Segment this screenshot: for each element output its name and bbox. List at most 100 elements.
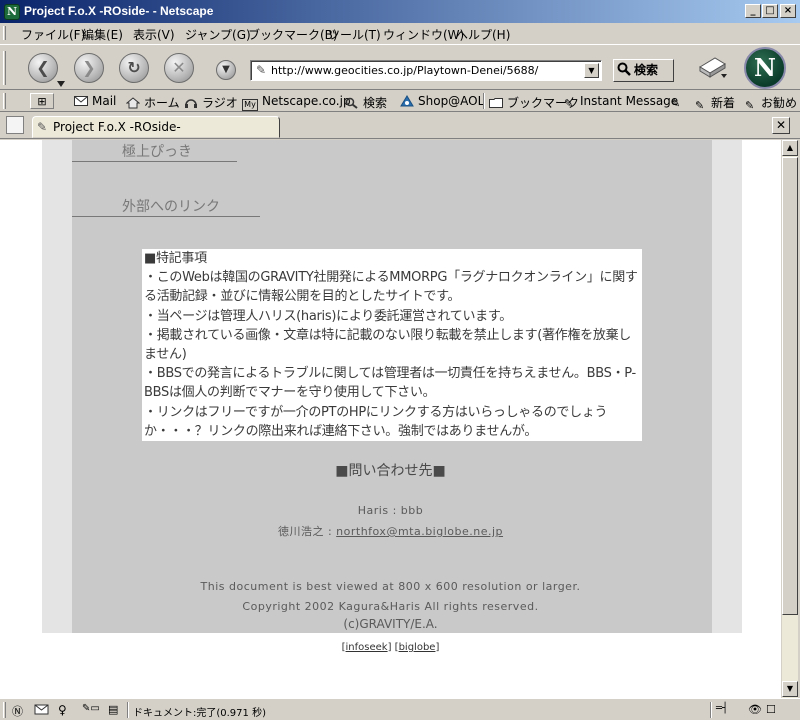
address-book-icon[interactable]: ▤	[108, 703, 123, 716]
menu-edit[interactable]: 編集(E)	[82, 26, 123, 43]
contact-tokugawa-label: 徳川浩之 :	[277, 525, 337, 538]
search-icon	[345, 97, 358, 109]
close-tab-icon: ✕	[775, 118, 787, 132]
stop-button[interactable]: ✕	[164, 53, 194, 83]
toolbar-netscape-cojp[interactable]: My Netscape.co.jp	[242, 94, 351, 111]
window-title: Project F.o.X -ROside- - Netscape	[24, 4, 214, 18]
netscape-logo: N	[754, 53, 776, 82]
notice-item: ・リンクはフリーですが一介のPTのHPにリンクする方はいらっしゃるのでしょうか・…	[144, 404, 608, 439]
back-dropdown-icon[interactable]	[57, 81, 65, 87]
contact-email-link[interactable]: northfox@mta.biglobe.ne.jp	[336, 525, 503, 538]
netscape-icon[interactable]: N	[4, 4, 20, 20]
tab-project-fox[interactable]: ✎ Project F.o.X -ROside-	[32, 116, 280, 138]
mail-icon[interactable]	[34, 703, 49, 716]
composer-icon[interactable]: ✎▭	[82, 703, 104, 716]
scroll-down-button[interactable]: ▼	[782, 681, 798, 697]
footer-link-biglobe[interactable]: biglobe	[399, 642, 436, 653]
contact-heading: ■問い合わせ先■	[335, 463, 446, 479]
security-icon[interactable]: 👁	[748, 703, 763, 716]
aim-icon[interactable]: ♀	[58, 703, 73, 717]
gravity-credit: (c)GRAVITY/E.A.	[343, 617, 438, 631]
url-input[interactable]	[271, 63, 581, 78]
menu-bookmarks[interactable]: ブックマーク(B)	[248, 26, 338, 43]
toolbar-separator	[483, 93, 485, 109]
forward-button[interactable]: ❯	[74, 53, 104, 83]
menu-view[interactable]: 表示(V)	[133, 26, 175, 43]
new-tab-icon[interactable]	[6, 116, 24, 134]
notice-heading: ■特記事項	[144, 251, 207, 266]
toolbar-grip[interactable]	[3, 51, 6, 85]
search-button-label: 検索	[634, 63, 659, 77]
copyright: Copyright 2002 Kagura&Haris All rights r…	[242, 600, 539, 613]
toolbar-link[interactable]: ✎	[671, 94, 687, 110]
link-icon: ✎	[671, 97, 681, 110]
online-status-icon[interactable]: ═┤	[716, 703, 738, 716]
toolbar-grip[interactable]	[3, 93, 6, 109]
toolbar-shop-aol-label: Shop@AOL	[418, 94, 485, 108]
radio-icon	[185, 99, 197, 108]
toolbar-netscape-cojp-label: Netscape.co.jp	[262, 94, 351, 108]
minimize-button[interactable]: _	[745, 4, 761, 18]
notice-box: ■特記事項 ・このWebは韓国のGRAVITY社開発によるMMORPG「ラグナロ…	[142, 249, 642, 441]
navigation-toolbar: ❮ ❯ ↻ ✕ ▼ ✎ ▼ 検索 N	[0, 44, 800, 90]
toolbar-home[interactable]: ホーム	[126, 94, 180, 111]
bookmark-folder-icon	[489, 98, 503, 108]
toolbar-mail[interactable]: Mail	[74, 94, 116, 108]
maximize-button[interactable]: □	[762, 4, 778, 18]
toolbar-radio[interactable]: ラジオ	[184, 94, 238, 111]
toolbar-shop-aol[interactable]: Shop@AOL	[400, 94, 484, 108]
toolbar-radio-label: ラジオ	[202, 96, 238, 110]
url-bar[interactable]: ✎ ▼	[250, 60, 602, 81]
title-bar[interactable]: N Project F.o.X -ROside- - Netscape _ □ …	[0, 0, 800, 23]
status-separator	[127, 702, 129, 718]
menu-tools[interactable]: ツール(T)	[328, 26, 381, 43]
menu-file[interactable]: ファイル(F)	[21, 26, 85, 43]
close-tab-button[interactable]: ✕	[772, 117, 790, 134]
history-dropdown-button[interactable]: ▼	[216, 60, 236, 80]
menu-bar: ファイル(F) 編集(E) 表示(V) ジャンプ(G) ブックマーク(B) ツー…	[0, 23, 800, 43]
menu-go[interactable]: ジャンプ(G)	[185, 26, 251, 43]
toolbar-recommend[interactable]: ✎ お勧め	[745, 94, 797, 112]
url-dropdown-button[interactable]: ▼	[584, 63, 599, 78]
back-button[interactable]: ❮	[28, 53, 58, 83]
close-button[interactable]: ×	[780, 4, 796, 18]
toolbar-grip[interactable]	[3, 702, 6, 718]
notice-item: ・BBSでの発言によるトラブルに関しては管理者は一切責任を持ちえません。BBS・…	[144, 366, 636, 401]
page-icon: ✎	[37, 120, 48, 134]
my-netscape-icon: My	[242, 99, 258, 111]
toolbar-search[interactable]: 検索	[345, 94, 387, 111]
toolbar-instant-message[interactable]: ✎ Instant Message	[564, 94, 678, 110]
mail-icon	[74, 96, 88, 106]
link-external-links[interactable]: 外部へのリンク	[72, 196, 260, 217]
search-button[interactable]: 検索	[613, 59, 674, 82]
footer-link-infoseek[interactable]: infoseek	[346, 642, 388, 653]
notice-item: ・当ページは管理人ハリス(haris)により委託運営されています。	[144, 308, 512, 324]
lock-icon[interactable]: ☐	[766, 703, 781, 716]
personal-toolbar: ⊞ Mail ホーム ラジオ My Netscape.co.jp 検索 Shop@…	[0, 90, 800, 112]
tab-title: Project F.o.X -ROside-	[53, 120, 181, 134]
footer-bracket: ]	[435, 642, 440, 653]
notice-item: ・掲載されている画像・文章は特に記載のない限り転載を禁止します(著作権を放棄しま…	[144, 327, 631, 363]
home-icon	[126, 97, 140, 109]
menu-help[interactable]: ヘルプ(H)	[456, 26, 510, 43]
menu-window[interactable]: ウィンドウ(W)	[383, 26, 464, 43]
instant-message-icon: ✎	[564, 97, 574, 110]
toolbar-grip[interactable]	[3, 26, 6, 40]
viewing-note: This document is best viewed at 800 x 60…	[200, 580, 581, 593]
home-tab-icon[interactable]: ⊞	[30, 93, 54, 109]
scroll-up-button[interactable]: ▲	[782, 140, 798, 156]
reload-icon: ↻	[127, 58, 141, 77]
link-gokujou-pikki[interactable]: 極上ぴっき	[72, 141, 237, 162]
back-icon: ❮	[36, 58, 50, 77]
reload-button[interactable]: ↻	[119, 53, 149, 83]
footer-links: [infoseek] [biglobe]	[0, 642, 781, 653]
netscape-throbber-icon[interactable]: N	[744, 47, 786, 89]
toolbar-new[interactable]: ✎ 新着	[695, 94, 735, 112]
contact-tokugawa: 徳川浩之 : northfox@mta.biglobe.ne.jp	[0, 523, 781, 539]
vertical-scrollbar[interactable]: ▲ ▼	[781, 140, 798, 698]
netscape-status-icon[interactable]: Ⓝ	[10, 703, 25, 718]
send-page-icon[interactable]	[697, 53, 729, 81]
search-icon	[617, 62, 631, 76]
scroll-thumb[interactable]	[782, 157, 798, 615]
history-dropdown-icon: ▼	[222, 64, 230, 75]
